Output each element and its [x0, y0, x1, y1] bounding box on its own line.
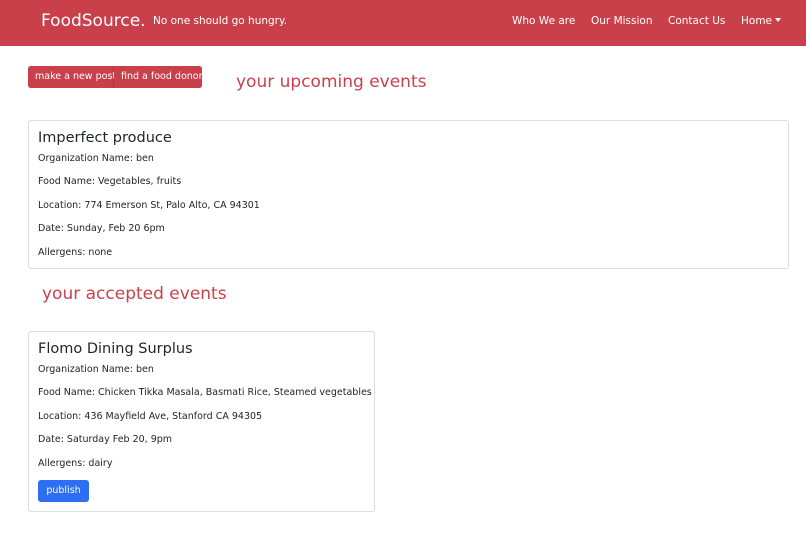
upcoming-events-heading: your upcoming events: [236, 72, 427, 92]
nav-link-who-we-are[interactable]: Who We are: [512, 15, 575, 27]
nav-home-dropdown[interactable]: Home: [741, 15, 782, 27]
make-new-post-button[interactable]: make a new post: [28, 66, 116, 88]
brand-logo[interactable]: FoodSource.: [41, 11, 146, 31]
event-date: Date: Saturday Feb 20, 9pm: [38, 434, 173, 445]
brand-tagline: No one should go hungry.: [153, 15, 288, 27]
publish-button[interactable]: publish: [38, 480, 89, 502]
find-food-donor-button[interactable]: find a food donor: [114, 66, 202, 88]
event-location: Location: 774 Emerson St, Palo Alto, CA …: [38, 200, 260, 211]
event-food-name: Food Name: Vegetables, fruits: [38, 176, 182, 187]
accepted-event-card: Flomo Dining Surplus Organization Name: …: [28, 331, 375, 512]
event-organization: Organization Name: ben: [38, 153, 154, 164]
event-allergens: Allergens: none: [38, 247, 113, 258]
nav-home-label: Home: [741, 15, 773, 27]
event-title: Imperfect produce: [38, 130, 172, 146]
event-date: Date: Sunday, Feb 20 6pm: [38, 223, 165, 234]
event-title: Flomo Dining Surplus: [38, 341, 193, 357]
nav-link-our-mission[interactable]: Our Mission: [591, 15, 653, 27]
event-allergens: Allergens: dairy: [38, 458, 113, 469]
event-location: Location: 436 Mayfield Ave, Stanford CA …: [38, 411, 263, 422]
event-organization: Organization Name: ben: [38, 364, 154, 375]
event-food-name: Food Name: Chicken Tikka Masala, Basmati…: [38, 387, 372, 398]
accepted-events-heading: your accepted events: [42, 284, 227, 304]
top-navbar: FoodSource. No one should go hungry. Who…: [0, 0, 806, 46]
upcoming-event-card: Imperfect produce Organization Name: ben…: [28, 120, 789, 269]
nav-link-contact-us[interactable]: Contact Us: [668, 15, 725, 27]
caret-down-icon: [775, 18, 782, 22]
action-button-group: make a new post find a food donor: [28, 66, 202, 88]
